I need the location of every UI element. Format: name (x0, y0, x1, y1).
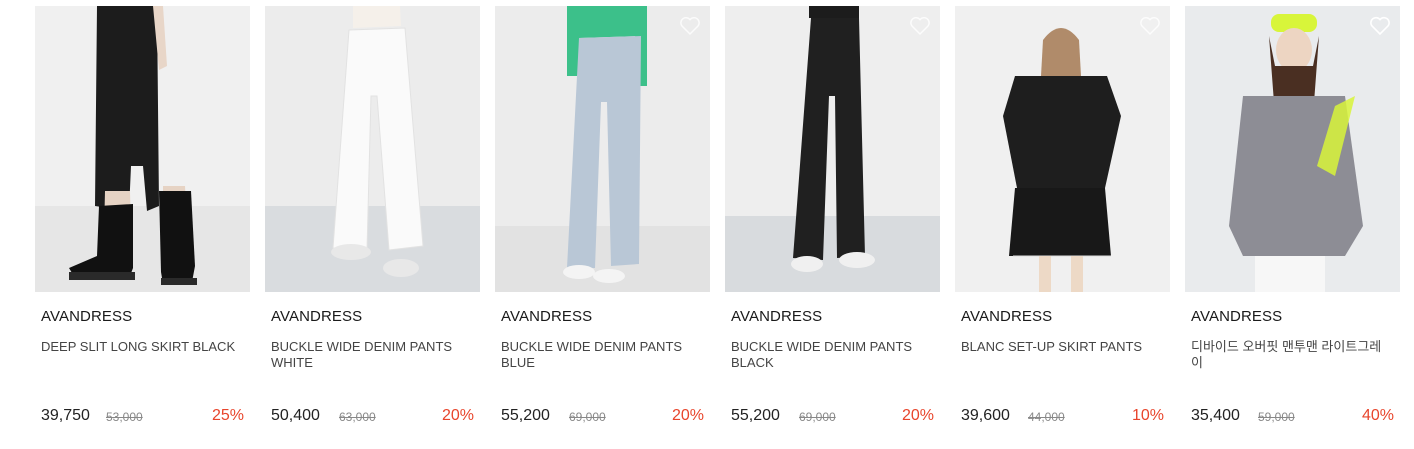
product-card[interactable]: AVANDRESS BUCKLE WIDE DENIM PANTS BLACK … (725, 6, 940, 441)
discount-rate: 20% (671, 407, 704, 424)
sale-price: 39,600 (961, 407, 1010, 424)
sale-price: 55,200 (501, 407, 550, 424)
product-name[interactable]: BLANC SET-UP SKIRT PANTS (961, 339, 1161, 355)
original-price: 59,000 (1258, 410, 1295, 424)
product-card[interactable]: AVANDRESS DEEP SLIT LONG SKIRT BLACK 39,… (35, 6, 250, 441)
original-price: 69,000 (799, 410, 836, 424)
product-brand[interactable]: AVANDRESS (501, 308, 592, 325)
heart-outline-icon[interactable] (909, 16, 931, 36)
sale-price: 50,400 (271, 407, 320, 424)
product-image[interactable] (265, 6, 480, 292)
original-price: 63,000 (339, 410, 376, 424)
product-image[interactable] (955, 6, 1170, 292)
product-name[interactable]: 디바이드 오버핏 맨투맨 라이트그레이 (1191, 339, 1391, 371)
discount-rate: 20% (901, 407, 934, 424)
heart-outline-icon[interactable] (679, 16, 701, 36)
product-image[interactable] (495, 6, 710, 292)
product-card[interactable]: AVANDRESS BUCKLE WIDE DENIM PANTS BLUE 5… (495, 6, 710, 441)
product-name[interactable]: BUCKLE WIDE DENIM PANTS WHITE (271, 339, 471, 371)
product-name[interactable]: BUCKLE WIDE DENIM PANTS BLUE (501, 339, 701, 371)
product-image[interactable] (725, 6, 940, 292)
sale-price: 55,200 (731, 407, 780, 424)
original-price: 69,000 (569, 410, 606, 424)
sale-price: 39,750 (41, 407, 90, 424)
heart-outline-icon[interactable] (1139, 16, 1161, 36)
product-brand[interactable]: AVANDRESS (1191, 308, 1282, 325)
product-image[interactable] (35, 6, 250, 292)
product-card[interactable]: AVANDRESS BLANC SET-UP SKIRT PANTS 39,60… (955, 6, 1170, 441)
product-brand[interactable]: AVANDRESS (731, 308, 822, 325)
product-image[interactable] (1185, 6, 1400, 292)
original-price: 53,000 (106, 410, 143, 424)
product-name[interactable]: BUCKLE WIDE DENIM PANTS BLACK (731, 339, 931, 371)
discount-rate: 25% (211, 407, 244, 424)
heart-outline-icon[interactable] (1369, 16, 1391, 36)
original-price: 44,000 (1028, 410, 1065, 424)
product-name[interactable]: DEEP SLIT LONG SKIRT BLACK (41, 339, 241, 355)
discount-rate: 20% (441, 407, 474, 424)
discount-rate: 40% (1361, 407, 1394, 424)
sale-price: 35,400 (1191, 407, 1240, 424)
product-card[interactable]: AVANDRESS 디바이드 오버핏 맨투맨 라이트그레이 35,400 59,… (1185, 6, 1400, 441)
discount-rate: 10% (1131, 407, 1164, 424)
product-brand[interactable]: AVANDRESS (41, 308, 132, 325)
product-brand[interactable]: AVANDRESS (271, 308, 362, 325)
product-brand[interactable]: AVANDRESS (961, 308, 1052, 325)
product-card[interactable]: AVANDRESS BUCKLE WIDE DENIM PANTS WHITE … (265, 6, 480, 441)
